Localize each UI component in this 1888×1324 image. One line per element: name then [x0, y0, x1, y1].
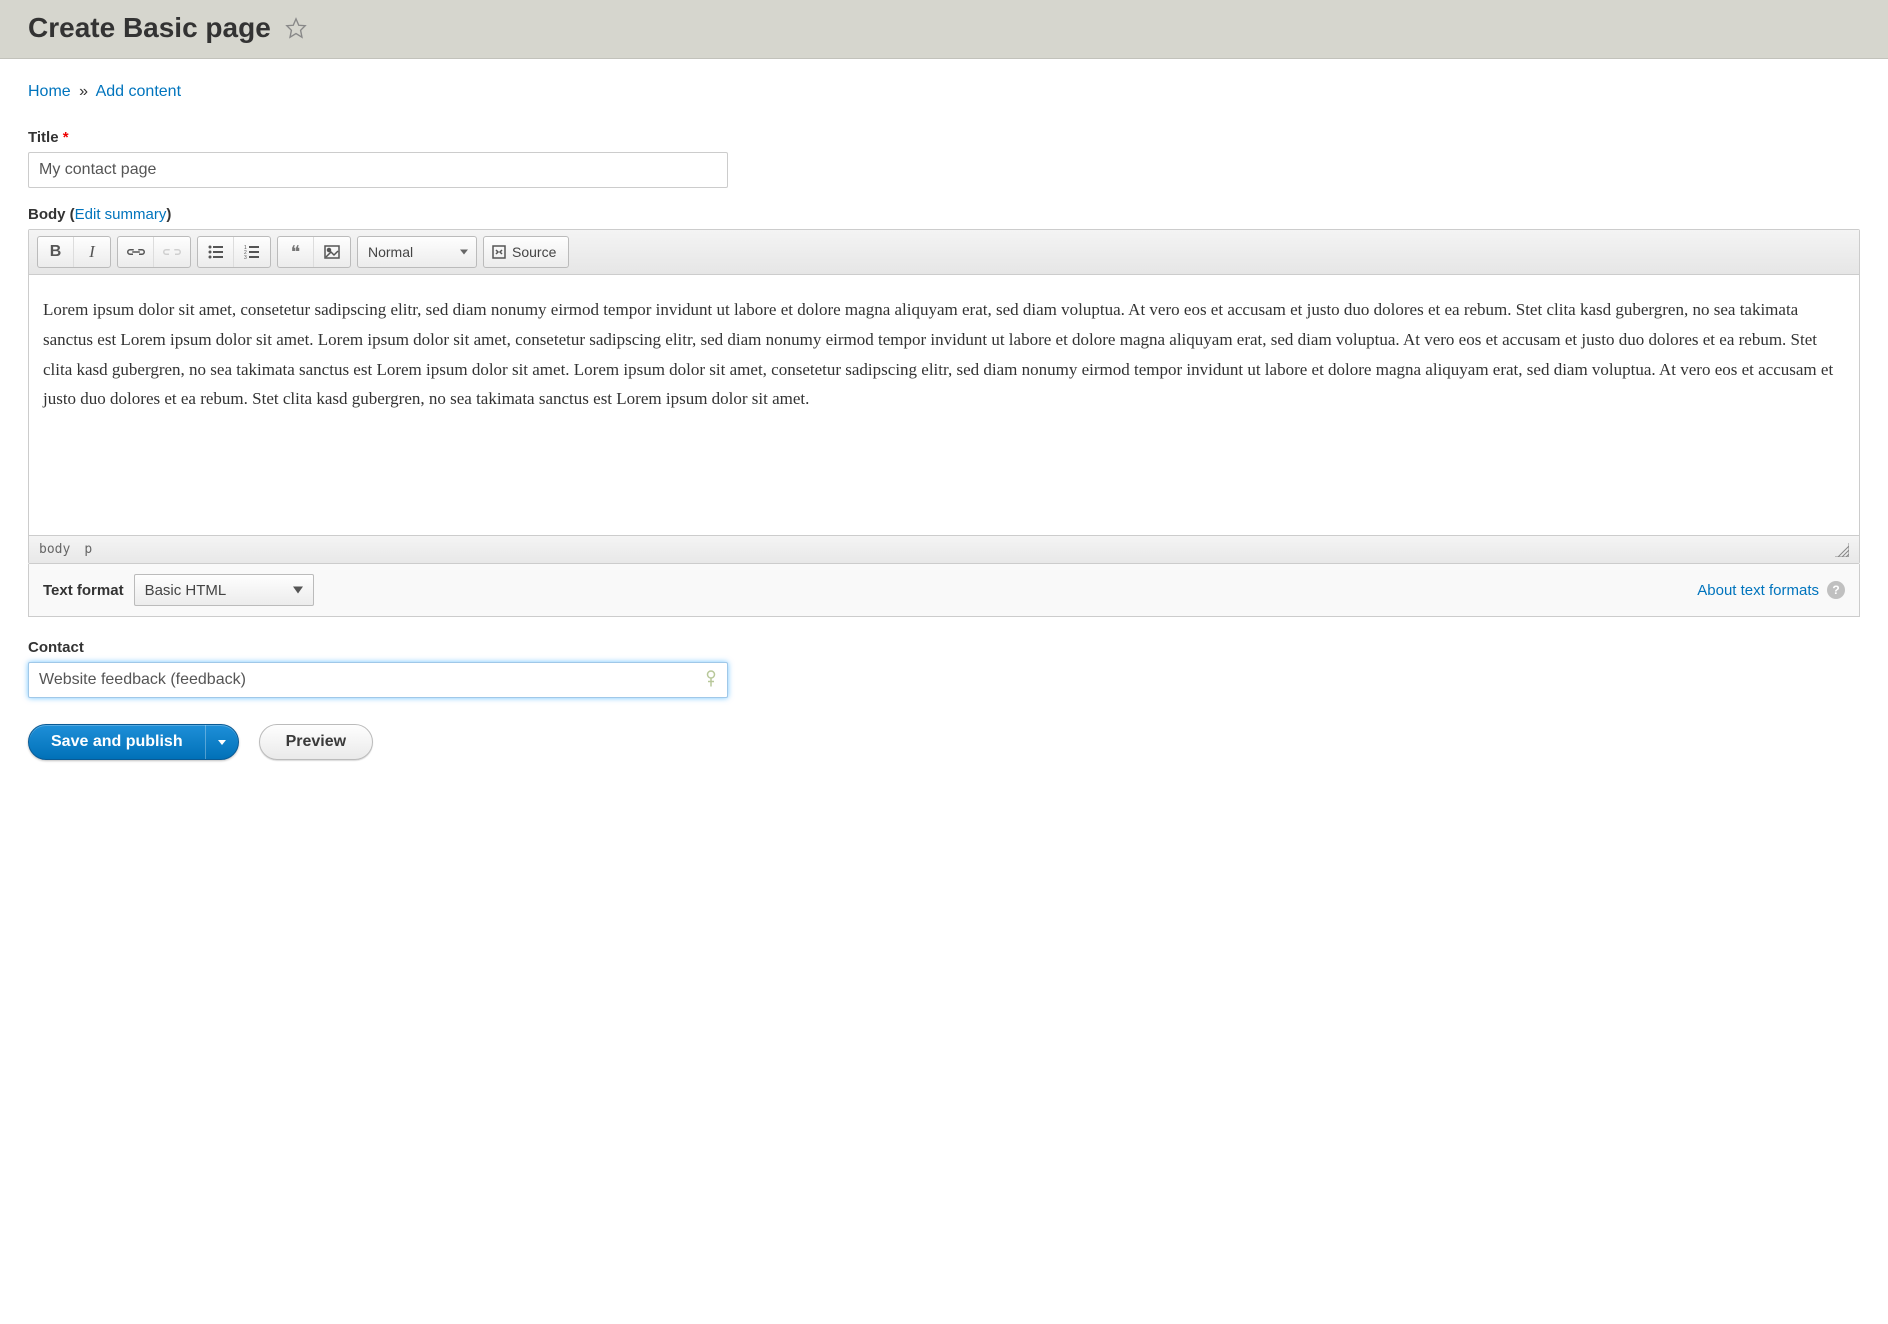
editor-paragraph: Lorem ipsum dolor sit amet, consetetur s… [43, 295, 1845, 414]
editor-footer: body p [29, 535, 1859, 563]
element-path: body p [39, 542, 92, 557]
italic-button[interactable]: I [74, 237, 110, 267]
contact-autocomplete [28, 662, 728, 698]
help-icon[interactable]: ? [1827, 581, 1845, 599]
required-indicator: * [63, 129, 69, 146]
body-label-close: ) [166, 206, 171, 223]
preview-button[interactable]: Preview [259, 724, 373, 760]
svg-text:3: 3 [244, 255, 247, 259]
form-actions: Save and publish Preview [28, 724, 1860, 760]
editor-toolbar: B I 123 [29, 230, 1859, 275]
toolbar-group-media: ❝ [277, 236, 351, 268]
body-field-wrapper: Body (Edit summary) B I [28, 206, 1860, 617]
page-header: Create Basic page [0, 0, 1888, 59]
editor-content-area[interactable]: Lorem ipsum dolor sit amet, consetetur s… [29, 275, 1859, 535]
text-format-select[interactable]: Basic HTML [134, 574, 314, 606]
source-button-label: Source [512, 244, 556, 260]
breadcrumb: Home » Add content [28, 83, 1860, 101]
bold-button[interactable]: B [38, 237, 74, 267]
contact-input[interactable] [28, 662, 728, 698]
blockquote-button[interactable]: ❝ [278, 237, 314, 267]
contact-label: Contact [28, 639, 1860, 656]
wysiwyg-editor: B I 123 [28, 229, 1860, 564]
resize-handle-icon[interactable] [1835, 543, 1849, 557]
bullet-list-button[interactable] [198, 237, 234, 267]
save-publish-toggle[interactable] [205, 725, 238, 759]
body-label: Body (Edit summary) [28, 206, 1860, 223]
title-label-text: Title [28, 129, 59, 146]
format-left: Text format Basic HTML [43, 574, 314, 606]
unlink-button [154, 237, 190, 267]
path-body[interactable]: body [39, 542, 70, 557]
text-format-label: Text format [43, 582, 124, 599]
numbered-list-button[interactable]: 123 [234, 237, 270, 267]
paragraph-format-select[interactable]: Normal [357, 236, 477, 268]
chevron-down-icon [293, 587, 303, 594]
main-content: Home » Add content Title * Body (Edit su… [0, 59, 1888, 800]
save-publish-button[interactable]: Save and publish [29, 725, 205, 759]
contact-field-wrapper: Contact [28, 639, 1860, 698]
about-text-formats-link[interactable]: About text formats [1697, 582, 1819, 599]
title-label: Title * [28, 129, 1860, 146]
shortcut-star-icon[interactable] [285, 17, 307, 39]
page-title: Create Basic page [28, 12, 271, 44]
format-right: About text formats ? [1697, 581, 1845, 599]
autocomplete-throbber-icon [704, 670, 718, 691]
title-field-wrapper: Title * [28, 129, 1860, 188]
image-button[interactable] [314, 237, 350, 267]
edit-summary-link[interactable]: Edit summary [75, 206, 167, 223]
paragraph-format-value: Normal [368, 244, 413, 260]
breadcrumb-separator: » [79, 83, 88, 100]
text-format-value: Basic HTML [145, 582, 227, 599]
body-label-text: Body ( [28, 206, 75, 223]
breadcrumb-add-content-link[interactable]: Add content [96, 83, 181, 100]
toolbar-group-lists: 123 [197, 236, 271, 268]
toolbar-group-links [117, 236, 191, 268]
text-format-bar: Text format Basic HTML About text format… [28, 564, 1860, 617]
chevron-down-icon [460, 250, 468, 255]
toolbar-group-text-style: B I [37, 236, 111, 268]
title-input[interactable] [28, 152, 728, 188]
path-p[interactable]: p [84, 542, 92, 557]
chevron-down-icon [218, 740, 226, 745]
save-publish-dropbutton: Save and publish [28, 724, 239, 760]
breadcrumb-home-link[interactable]: Home [28, 83, 71, 100]
link-button[interactable] [118, 237, 154, 267]
source-button[interactable]: Source [483, 236, 569, 268]
